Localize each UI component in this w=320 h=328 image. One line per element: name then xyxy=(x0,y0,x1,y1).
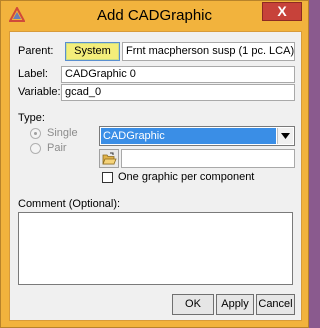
title-bar[interactable]: Add CADGraphic X xyxy=(1,1,308,31)
dialog-window: Add CADGraphic X Parent: System Frnt mac… xyxy=(0,0,309,328)
label-label: Label: xyxy=(18,68,48,80)
variable-label: Variable: xyxy=(18,86,61,98)
file-path-input[interactable] xyxy=(121,149,295,168)
type-pair-radio[interactable] xyxy=(30,143,41,154)
apply-button[interactable]: Apply xyxy=(216,294,254,315)
cancel-button[interactable]: Cancel xyxy=(256,294,295,315)
dialog-body: Parent: System Frnt macpherson susp (1 p… xyxy=(9,31,302,321)
ok-button[interactable]: OK xyxy=(172,294,214,315)
close-button[interactable]: X xyxy=(262,2,302,21)
variable-input[interactable]: gcad_0 xyxy=(61,84,295,101)
chevron-down-icon[interactable] xyxy=(277,128,293,144)
one-graphic-checkbox[interactable] xyxy=(102,172,113,183)
parent-field[interactable]: Frnt macpherson susp (1 pc. LCA) xyxy=(122,42,295,61)
one-graphic-label: One graphic per component xyxy=(118,171,255,183)
type-pair-label: Pair xyxy=(47,142,67,154)
type-select[interactable]: CADGraphic xyxy=(99,126,295,146)
parent-system-button[interactable]: System xyxy=(65,42,120,61)
type-label: Type: xyxy=(18,112,45,124)
comment-textarea[interactable] xyxy=(18,212,293,285)
comment-label: Comment (Optional): xyxy=(18,198,121,210)
type-single-radio[interactable] xyxy=(30,128,41,139)
browse-folder-button[interactable] xyxy=(99,149,119,168)
parent-label: Parent: xyxy=(18,45,54,57)
type-select-value: CADGraphic xyxy=(101,128,276,144)
type-single-label: Single xyxy=(47,127,78,139)
label-input[interactable]: CADGraphic 0 xyxy=(61,66,295,83)
